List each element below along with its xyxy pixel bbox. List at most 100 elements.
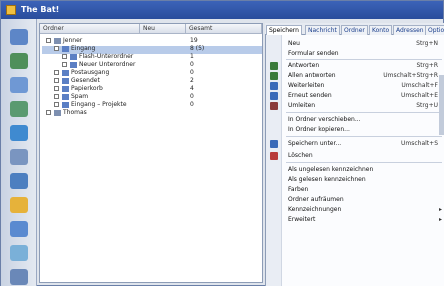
mail-icon[interactable] [10, 221, 28, 237]
menu-item[interactable]: Allen antworten Umschalt+Strg+R [266, 71, 444, 81]
expand-toggle-icon[interactable] [46, 38, 51, 43]
menu-item[interactable]: Ordner aufräumen [266, 195, 444, 205]
menu-item-shortcut: Strg+U [416, 102, 438, 109]
folder-icon [62, 78, 69, 84]
menu-item-label: In Ordner verschieben... [288, 116, 361, 123]
title-bar: The Bat! [1, 1, 443, 19]
menu-item[interactable]: Farben [266, 185, 444, 195]
menu-item-label: Formular senden [288, 50, 339, 57]
menu-item[interactable]: Löschen [266, 151, 444, 161]
menu-item[interactable]: Erneut senden Umschalt+E [266, 91, 444, 101]
tree-row[interactable]: Flash-Unterordner 1 [42, 53, 262, 62]
house-icon[interactable] [10, 173, 28, 189]
tab-optionen[interactable]: Optionen [425, 25, 444, 35]
menu-item-shortcut: Umschalt+Strg+R [383, 72, 438, 79]
globe-icon[interactable] [10, 125, 28, 141]
tree-row[interactable]: Thomas [42, 109, 262, 118]
folder-icon [62, 70, 69, 76]
menu-item[interactable]: In Ordner verschieben... [266, 115, 444, 125]
menu-item-shortcut: Strg+R [416, 62, 438, 69]
menu-item-icon [270, 92, 278, 100]
menu-item-label: Allen antworten [288, 72, 336, 79]
tree-row[interactable]: Eingang 8 (5) [42, 45, 262, 54]
window-title: The Bat! [21, 5, 60, 14]
column-header-total[interactable]: Gesamt [186, 24, 262, 34]
menu-item[interactable]: Kennzeichnungen ▸ [266, 205, 444, 215]
column-header-new[interactable]: Neu [140, 24, 186, 34]
menu-item-icon [270, 152, 278, 160]
submenu-arrow-icon: ▸ [438, 216, 442, 223]
tree-row-name: Neuer Unterordner [79, 61, 136, 68]
tree-row-total: 1 [190, 53, 194, 60]
menu-item-label: Umleiten [288, 102, 316, 109]
menu-tab-strip: Speichern Nachricht Ordner Konto Adresse… [265, 23, 444, 35]
menu-item-label: Erneut senden [288, 92, 332, 99]
folder-icon[interactable] [10, 197, 28, 213]
menu-item[interactable]: Erweitert ▸ [266, 215, 444, 225]
expand-toggle-icon[interactable] [54, 78, 59, 83]
menu-item-label: Weiterleiten [288, 82, 325, 89]
folder-icon [62, 102, 69, 108]
expand-toggle-icon[interactable] [54, 86, 59, 91]
user-icon[interactable] [10, 101, 28, 117]
menu-item[interactable]: Als ungelesen kennzeichnen [266, 165, 444, 175]
expand-toggle-icon[interactable] [54, 70, 59, 75]
menu-item[interactable]: Formular senden [266, 49, 444, 59]
network-icon[interactable] [10, 53, 28, 69]
expand-toggle-icon[interactable] [46, 110, 51, 115]
scrollbar[interactable] [439, 75, 444, 135]
tab-adressen[interactable]: Adressen [393, 25, 427, 35]
menu-item-label: Erweitert [288, 216, 316, 223]
menu-item[interactable]: In Ordner kopieren... [266, 125, 444, 135]
left-toolbar [1, 19, 37, 286]
tree-row-total: 19 [190, 37, 198, 44]
column-header-folder[interactable]: Ordner [40, 24, 140, 34]
menu-item-icon [270, 82, 278, 90]
expand-toggle-icon[interactable] [62, 62, 67, 67]
tree-row-total: 0 [190, 101, 194, 108]
menu-item-label: Als gelesen kennzeichnen [288, 176, 366, 183]
tree-row-total: 4 [190, 85, 194, 92]
menu-item-shortcut: Strg+N [416, 40, 438, 47]
folder-icon [70, 54, 77, 60]
menu-item[interactable]: Als gelesen kennzeichnen [266, 175, 444, 185]
folder-icon [54, 38, 61, 44]
tab-nachricht[interactable]: Nachricht [305, 25, 340, 35]
document-icon[interactable] [10, 77, 28, 93]
menu-item-label: Neu [288, 40, 300, 47]
menu-item-label: Speichern unter... [288, 140, 342, 147]
folder-icon [70, 62, 77, 68]
menu-item-shortcut: Umschalt+S [401, 140, 438, 147]
tree-row-total: 0 [190, 69, 194, 76]
menu-item[interactable]: Umleiten Strg+U [266, 101, 444, 111]
menu-item-shortcut: Umschalt+E [401, 92, 438, 99]
tab-ordner[interactable]: Ordner [341, 25, 368, 35]
expand-toggle-icon[interactable] [54, 94, 59, 99]
gear-icon[interactable] [10, 269, 28, 285]
menu-item-label: Farben [288, 186, 309, 193]
main-window: The Bat! Ordner Neu Gesamt Jenner 19 Einga… [0, 0, 444, 286]
folder-icon [62, 94, 69, 100]
tab-konto[interactable]: Konto [369, 25, 393, 35]
tree-row-name: Eingang [71, 45, 96, 52]
menu-item-icon [270, 62, 278, 70]
menu-item-label: Als ungelesen kennzeichnen [288, 166, 374, 173]
menu-item[interactable]: Antworten Strg+R [266, 61, 444, 71]
monitor-icon[interactable] [10, 29, 28, 45]
people-icon[interactable] [10, 149, 28, 165]
tree-row-name: Flash-Unterordner [79, 53, 134, 60]
menu-item[interactable]: Weiterleiten Umschalt+F [266, 81, 444, 91]
tree-row-name: Eingang – Projekte [71, 101, 127, 108]
expand-toggle-icon[interactable] [62, 54, 67, 59]
tab-speichern[interactable]: Speichern [266, 25, 302, 35]
expand-toggle-icon[interactable] [54, 46, 59, 51]
expand-toggle-icon[interactable] [54, 102, 59, 107]
menu-item[interactable]: Speichern unter... Umschalt+S [266, 139, 444, 149]
menu-separator [286, 59, 442, 60]
menu-item-label: Kennzeichnungen [288, 206, 342, 213]
search-icon[interactable] [10, 245, 28, 261]
menu-item-icon [270, 140, 278, 148]
menu-item[interactable]: Neu Strg+N [266, 39, 444, 49]
menu-item-label: Löschen [288, 152, 313, 159]
menu-item-label: Antworten [288, 62, 320, 69]
